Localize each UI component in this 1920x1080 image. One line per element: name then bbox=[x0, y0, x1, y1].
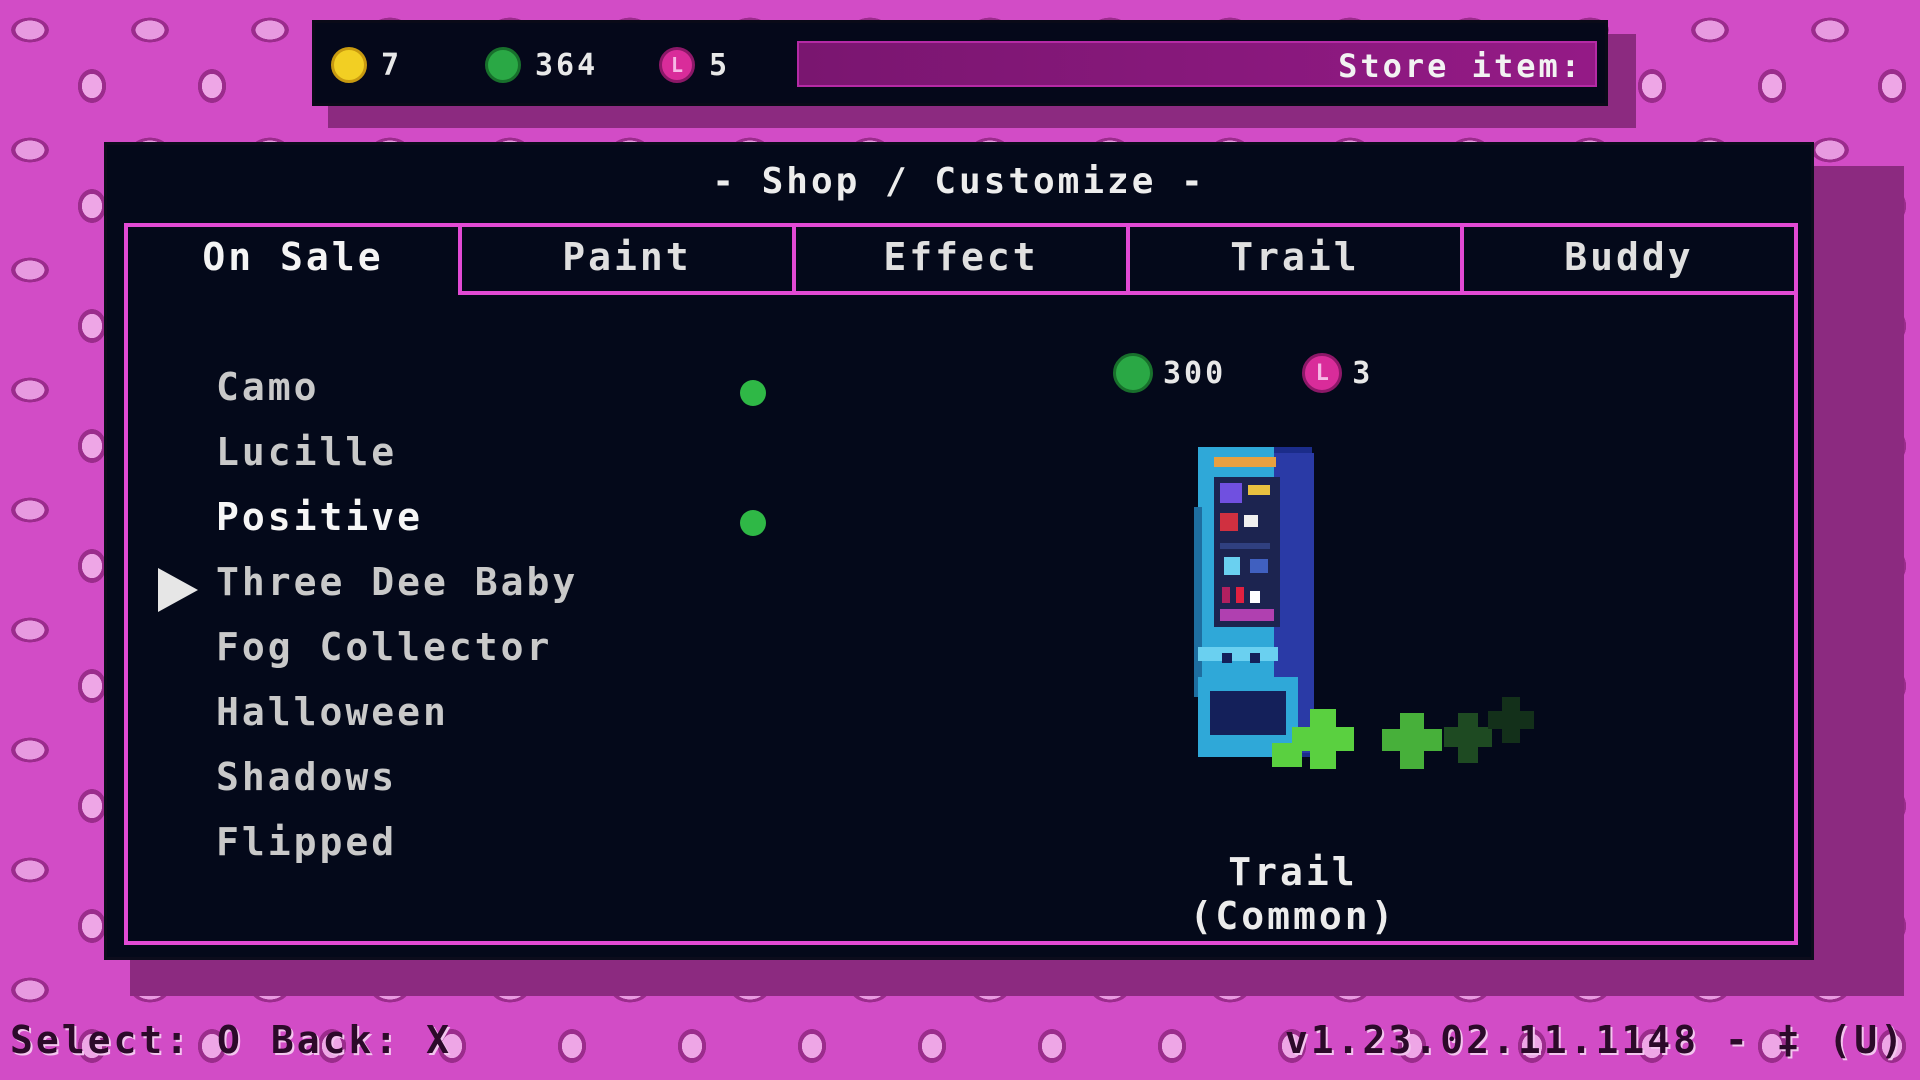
store-item-label: Store item: bbox=[1338, 47, 1583, 85]
price-row: 300 L 3 bbox=[1113, 351, 1449, 395]
pink-currency: L 5 bbox=[659, 45, 730, 85]
green-currency: 364 bbox=[485, 45, 598, 85]
gold-currency: 7 bbox=[331, 45, 402, 85]
item-preview bbox=[1194, 447, 1534, 769]
trail-cross-icon bbox=[1382, 713, 1442, 769]
gold-currency-value: 7 bbox=[381, 47, 403, 83]
list-item-halloween[interactable]: Halloween bbox=[216, 690, 449, 742]
trail-cross-icon bbox=[1488, 697, 1534, 743]
pink-price-value: 3 bbox=[1352, 355, 1374, 391]
vending-machine-icon bbox=[1194, 447, 1314, 757]
controls-hint: Select: O Back: X bbox=[10, 1018, 452, 1062]
tab-bar: On Sale Paint Effect Trail Buddy bbox=[128, 227, 1794, 295]
green-price: 300 bbox=[1113, 353, 1226, 393]
list-item-shadows[interactable]: Shadows bbox=[216, 755, 397, 807]
green-currency-value: 364 bbox=[535, 47, 599, 83]
item-caption: Trail (Common) bbox=[1189, 850, 1397, 938]
tab-effect[interactable]: Effect bbox=[796, 227, 1130, 295]
selection-arrow-icon bbox=[158, 568, 198, 612]
content-frame: On Sale Paint Effect Trail Buddy Camo Lu… bbox=[124, 223, 1798, 945]
list-item-flipped[interactable]: Flipped bbox=[216, 820, 397, 872]
list-item-camo[interactable]: Camo bbox=[216, 365, 320, 417]
list-item-positive[interactable]: Positive bbox=[216, 495, 423, 547]
back-hint: Back: X bbox=[270, 1018, 453, 1062]
tab-on-sale[interactable]: On Sale bbox=[128, 227, 462, 295]
pink-price: L 3 bbox=[1302, 353, 1373, 393]
green-price-value: 300 bbox=[1163, 355, 1227, 391]
list-item-lucille[interactable]: Lucille bbox=[216, 430, 397, 482]
panel-title: - Shop / Customize - bbox=[712, 161, 1206, 202]
currency-hud: 7 364 L 5 Store item: bbox=[312, 20, 1608, 106]
shop-panel: - Shop / Customize - On Sale Paint Effec… bbox=[104, 142, 1814, 960]
green-coin-icon bbox=[1113, 353, 1153, 393]
pink-coin-icon: L bbox=[659, 47, 695, 83]
green-coin-icon bbox=[485, 47, 521, 83]
owned-dot-icon bbox=[740, 510, 766, 536]
select-hint: Select: O bbox=[10, 1018, 243, 1062]
list-item-fog-collector[interactable]: Fog Collector bbox=[216, 625, 552, 677]
pink-coin-icon: L bbox=[1302, 353, 1343, 393]
owned-dot-icon bbox=[740, 380, 766, 406]
tab-paint[interactable]: Paint bbox=[462, 227, 796, 295]
version-label: v1.23.02.11.1148 - ‡ (U) bbox=[1284, 1018, 1906, 1062]
store-item-bar: Store item: bbox=[797, 41, 1597, 87]
tab-buddy[interactable]: Buddy bbox=[1464, 227, 1794, 295]
tab-trail[interactable]: Trail bbox=[1130, 227, 1464, 295]
trail-cross-icon bbox=[1444, 713, 1492, 763]
pink-currency-value: 5 bbox=[709, 47, 731, 83]
gold-coin-icon bbox=[331, 47, 367, 83]
list-item-three-dee-baby[interactable]: Three Dee Baby bbox=[216, 560, 578, 612]
